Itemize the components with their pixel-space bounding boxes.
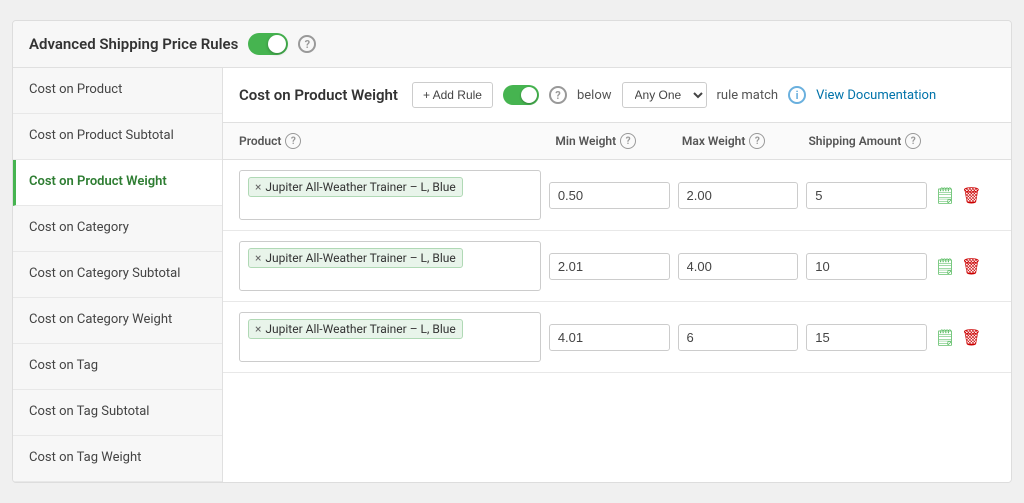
col-header-max-weight: Max Weight ? [682, 133, 809, 149]
product-tag-box-3[interactable]: × Jupiter All-Weather Trainer – L, Blue [239, 312, 541, 362]
tag-chip-1: × Jupiter All-Weather Trainer – L, Blue [248, 177, 463, 197]
col-header-product: Product ? [239, 133, 555, 149]
add-rule-button[interactable]: + Add Rule [412, 82, 493, 108]
product-tag-box-1[interactable]: × Jupiter All-Weather Trainer – L, Blue [239, 170, 541, 220]
max-weight-cell-2 [678, 253, 799, 280]
shipping-amount-cell-2 [806, 253, 927, 280]
shipping-amount-cell-1 [806, 182, 927, 209]
page-title: Advanced Shipping Price Rules [29, 35, 238, 53]
min-weight-cell-2 [549, 253, 670, 280]
col-header-min-weight: Min Weight ? [555, 133, 682, 149]
rule-match-label: rule match [717, 88, 779, 103]
table-row: × Jupiter All-Weather Trainer – L, Blue … [223, 302, 1011, 373]
sidebar-item-cost-on-product[interactable]: Cost on Product [13, 68, 222, 114]
action-icons-2: 🗒 🗑 [935, 257, 995, 276]
max-weight-input-2[interactable] [678, 253, 799, 280]
product-col-help-icon[interactable]: ? [285, 133, 301, 149]
copy-icon-3[interactable]: 🗒 [935, 328, 955, 347]
below-label: below [577, 88, 612, 103]
col-header-shipping-amount: Shipping Amount ? [808, 133, 935, 149]
min-weight-col-help-icon[interactable]: ? [620, 133, 636, 149]
sidebar-item-cost-on-tag-weight[interactable]: Cost on Tag Weight [13, 436, 222, 482]
rule-match-info-icon[interactable]: i [788, 86, 806, 104]
tag-chip-2: × Jupiter All-Weather Trainer – L, Blue [248, 248, 463, 268]
rule-toggle[interactable] [503, 85, 539, 105]
header-help-icon[interactable]: ? [298, 35, 316, 53]
max-weight-col-help-icon[interactable]: ? [749, 133, 765, 149]
sidebar-item-cost-on-category[interactable]: Cost on Category [13, 206, 222, 252]
main-container: Advanced Shipping Price Rules ? Cost on … [12, 20, 1012, 482]
product-tag-box-2[interactable]: × Jupiter All-Weather Trainer – L, Blue [239, 241, 541, 291]
max-weight-input-3[interactable] [678, 324, 799, 351]
sidebar-item-cost-on-category-weight[interactable]: Cost on Category Weight [13, 298, 222, 344]
content-title: Cost on Product Weight [239, 86, 398, 104]
delete-icon-3[interactable]: 🗑 [961, 328, 981, 347]
sidebar: Cost on Product Cost on Product Subtotal… [13, 68, 223, 481]
rule-help-icon[interactable]: ? [549, 86, 567, 104]
copy-icon-2[interactable]: 🗒 [935, 257, 955, 276]
min-weight-input-3[interactable] [549, 324, 670, 351]
sidebar-item-cost-on-product-weight[interactable]: Cost on Product Weight [13, 160, 222, 206]
table-header: Product ? Min Weight ? Max Weight ? Ship… [223, 123, 1011, 160]
tag-chip-remove-3[interactable]: × [255, 322, 261, 336]
max-weight-cell-1 [678, 182, 799, 209]
col-header-actions [935, 133, 995, 149]
min-weight-cell-1 [549, 182, 670, 209]
table-row: × Jupiter All-Weather Trainer – L, Blue … [223, 231, 1011, 302]
delete-icon-2[interactable]: 🗑 [961, 257, 981, 276]
min-weight-input-2[interactable] [549, 253, 670, 280]
tag-chip-remove-1[interactable]: × [255, 180, 261, 194]
tag-chip-remove-2[interactable]: × [255, 251, 261, 265]
shipping-amount-input-2[interactable] [806, 253, 927, 280]
action-icons-1: 🗒 🗑 [935, 186, 995, 205]
main-toggle[interactable] [248, 33, 288, 55]
shipping-amount-input-1[interactable] [806, 182, 927, 209]
top-header: Advanced Shipping Price Rules ? [13, 21, 1011, 68]
max-weight-input-1[interactable] [678, 182, 799, 209]
main-content: Cost on Product Cost on Product Subtotal… [13, 68, 1011, 481]
sidebar-item-cost-on-category-subtotal[interactable]: Cost on Category Subtotal [13, 252, 222, 298]
min-weight-input-1[interactable] [549, 182, 670, 209]
shipping-amount-cell-3 [806, 324, 927, 351]
copy-icon-1[interactable]: 🗒 [935, 186, 955, 205]
min-weight-cell-3 [549, 324, 670, 351]
delete-icon-1[interactable]: 🗑 [961, 186, 981, 205]
view-documentation-link[interactable]: View Documentation [816, 88, 936, 103]
tag-chip-3: × Jupiter All-Weather Trainer – L, Blue [248, 319, 463, 339]
sidebar-item-cost-on-product-subtotal[interactable]: Cost on Product Subtotal [13, 114, 222, 160]
max-weight-cell-3 [678, 324, 799, 351]
table-row: × Jupiter All-Weather Trainer – L, Blue … [223, 160, 1011, 231]
content-header: Cost on Product Weight + Add Rule ? belo… [223, 68, 1011, 123]
shipping-amount-input-3[interactable] [806, 324, 927, 351]
any-one-dropdown[interactable]: Any One [622, 82, 707, 108]
sidebar-item-cost-on-tag-subtotal[interactable]: Cost on Tag Subtotal [13, 390, 222, 436]
action-icons-3: 🗒 🗑 [935, 328, 995, 347]
sidebar-item-cost-on-tag[interactable]: Cost on Tag [13, 344, 222, 390]
content-panel: Cost on Product Weight + Add Rule ? belo… [223, 68, 1011, 481]
shipping-amount-col-help-icon[interactable]: ? [905, 133, 921, 149]
